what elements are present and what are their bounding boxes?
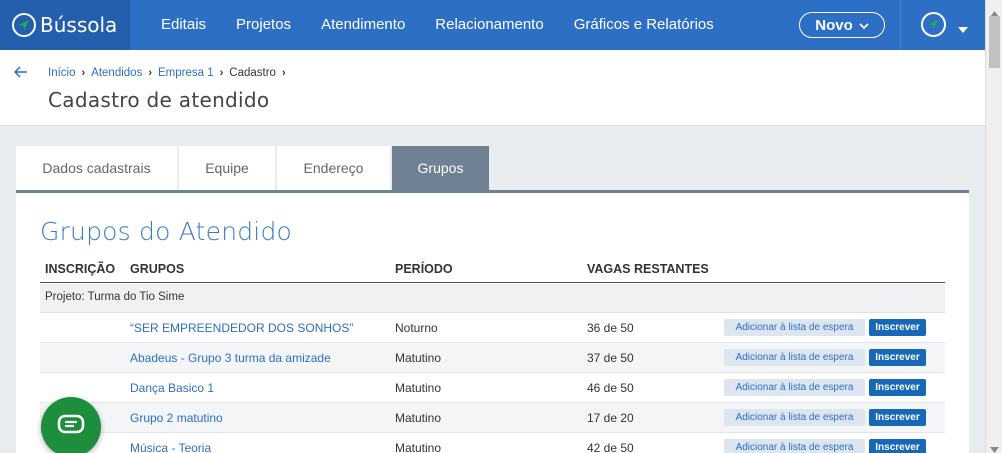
group-name-link[interactable]: Abadeus - Grupo 3 turma da amizade — [130, 351, 331, 365]
add-to-waitlist-button[interactable]: Adicionar à lista de espera — [724, 409, 865, 426]
page-title: Cadastro de atendido — [48, 88, 270, 112]
main-nav: Editais Projetos Atendimento Relacioname… — [146, 0, 729, 50]
table-row: Dança Basico 1 Matutino 46 de 50 Adicion… — [40, 373, 945, 403]
brand-logo-link[interactable]: Bússola — [0, 0, 130, 50]
table-row: Grupo 2 matutino Matutino 17 de 20 Adici… — [40, 403, 945, 433]
nav-item-projetos[interactable]: Projetos — [221, 0, 306, 50]
tab-equipe[interactable]: Equipe — [179, 146, 275, 190]
group-vagas: 46 de 50 — [587, 381, 634, 395]
breadcrumb-separator-icon: › — [219, 67, 224, 79]
back-arrow-icon[interactable] — [13, 65, 28, 83]
group-name-link[interactable]: Grupo 2 matutino — [130, 411, 223, 425]
nav-item-atendimento[interactable]: Atendimento — [306, 0, 420, 50]
breadcrumb-current: Cadastro — [229, 67, 276, 79]
group-name-link[interactable]: Dança Basico 1 — [130, 381, 214, 395]
brand-name: Bússola — [40, 13, 118, 37]
group-vagas: 42 de 50 — [587, 441, 634, 453]
breadcrumb-separator-icon: › — [281, 67, 286, 79]
page-header: Início › Atendidos › Empresa 1 › Cadastr… — [0, 50, 985, 126]
column-header-grupos: GRUPOS — [130, 262, 185, 276]
subscribe-button[interactable]: Inscrever — [869, 409, 926, 426]
chevron-down-icon — [859, 17, 869, 34]
breadcrumb-empresa[interactable]: Empresa 1 — [158, 67, 214, 79]
subscribe-button[interactable]: Inscrever — [869, 319, 926, 336]
groups-panel: Grupos do Atendido INSCRIÇÃO GRUPOS PERÍ… — [16, 193, 969, 453]
group-period: Matutino — [395, 441, 442, 453]
add-to-waitlist-button[interactable]: Adicionar à lista de espera — [724, 319, 865, 336]
group-vagas: 37 de 50 — [587, 351, 634, 365]
subscribe-button[interactable]: Inscrever — [869, 439, 926, 453]
add-to-waitlist-button[interactable]: Adicionar à lista de espera — [724, 349, 865, 366]
section-title: Grupos do Atendido — [40, 217, 293, 246]
subscribe-button[interactable]: Inscrever — [869, 379, 926, 396]
breadcrumb-atendidos[interactable]: Atendidos — [91, 67, 142, 79]
user-avatar[interactable] — [921, 12, 946, 37]
group-vagas: 36 de 50 — [587, 321, 634, 335]
group-name-link[interactable]: Música - Teoria — [130, 441, 211, 453]
compass-logo-icon — [12, 13, 36, 37]
project-group-row: Projeto: Turma do Tio Sime — [40, 284, 945, 313]
table-row: “SER EMPREENDEDOR DOS SONHOS” Noturno 36… — [40, 313, 945, 343]
breadcrumb-inicio[interactable]: Início — [48, 67, 76, 79]
tab-bar: Dados cadastrais Equipe Endereço Grupos — [16, 146, 489, 190]
add-to-waitlist-button[interactable]: Adicionar à lista de espera — [724, 379, 865, 396]
tab-grupos[interactable]: Grupos — [392, 146, 489, 190]
subscribe-button[interactable]: Inscrever — [869, 349, 926, 366]
scrollbar-thumb[interactable] — [989, 16, 1000, 68]
scroll-down-arrow-icon[interactable] — [990, 440, 999, 453]
tab-dados-cadastrais[interactable]: Dados cadastrais — [16, 146, 177, 190]
table-row: Música - Teoria Matutino 42 de 50 Adicio… — [40, 433, 945, 453]
group-period: Noturno — [395, 321, 438, 335]
breadcrumb-separator-icon: › — [81, 67, 86, 79]
breadcrumb: Início › Atendidos › Empresa 1 › Cadastr… — [48, 67, 286, 79]
add-to-waitlist-button[interactable]: Adicionar à lista de espera — [724, 439, 865, 453]
nav-item-relacionamento[interactable]: Relacionamento — [420, 0, 558, 50]
page-scrollbar[interactable] — [985, 0, 1002, 453]
new-button[interactable]: Novo — [799, 12, 885, 38]
group-name-link[interactable]: “SER EMPREENDEDOR DOS SONHOS” — [130, 321, 353, 335]
group-vagas: 17 de 20 — [587, 411, 634, 425]
group-period: Matutino — [395, 381, 442, 395]
nav-divider — [900, 0, 901, 50]
chat-button[interactable] — [41, 397, 101, 453]
nav-item-editais[interactable]: Editais — [146, 0, 221, 50]
new-button-label: Novo — [815, 16, 853, 34]
tab-endereco[interactable]: Endereço — [277, 146, 390, 190]
table-row: Abadeus - Grupo 3 turma da amizade Matut… — [40, 343, 945, 373]
group-period: Matutino — [395, 411, 442, 425]
column-header-vagas: VAGAS RESTANTES — [587, 262, 709, 276]
table-header: INSCRIÇÃO GRUPOS PERÍODO VAGAS RESTANTES — [40, 257, 945, 283]
user-menu-caret-icon[interactable] — [957, 21, 969, 39]
group-period: Matutino — [395, 351, 442, 365]
nav-item-graficos-relatorios[interactable]: Gráficos e Relatórios — [559, 0, 729, 50]
column-header-inscricao: INSCRIÇÃO — [45, 262, 116, 276]
breadcrumb-separator-icon: › — [148, 67, 152, 79]
chat-icon — [57, 414, 85, 441]
column-header-periodo: PERÍODO — [395, 262, 453, 276]
